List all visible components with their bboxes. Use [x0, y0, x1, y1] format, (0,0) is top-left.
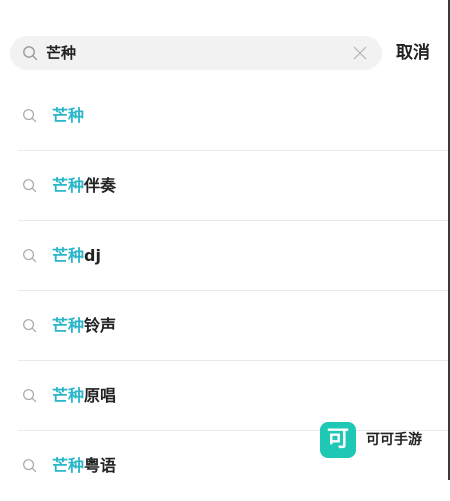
suggestion-rest: 原唱: [84, 386, 117, 405]
suggestion-text: 芒种伴奏: [52, 151, 116, 221]
search-query-text[interactable]: 芒种: [46, 36, 76, 70]
suggestion-rest: 铃声: [84, 316, 117, 335]
suggestion-text: 芒种原唱: [52, 361, 116, 431]
suggestion-text: 芒种铃声: [52, 291, 116, 361]
search-bar: 芒种 取消: [10, 36, 440, 70]
search-icon: [23, 249, 37, 263]
search-icon: [23, 459, 37, 473]
suggestion-highlight: 芒种: [52, 176, 85, 195]
suggestion-text: 芒种粤语: [52, 431, 116, 501]
suggestion-item[interactable]: 芒种: [0, 81, 448, 151]
watermark-name: 可可手游: [366, 432, 422, 448]
suggestion-item[interactable]: 芒种伴奏: [0, 151, 448, 221]
suggestion-highlight: 芒种: [52, 316, 85, 335]
search-icon: [23, 319, 37, 333]
suggestion-item[interactable]: 芒种铃声: [0, 291, 448, 361]
suggestion-item[interactable]: 芒种dj: [0, 221, 448, 291]
suggestion-text: 芒种: [52, 81, 84, 151]
suggestion-text: 芒种dj: [52, 221, 101, 291]
close-icon[interactable]: [352, 45, 368, 61]
search-icon: [23, 109, 37, 123]
search-icon: [23, 46, 38, 61]
suggestion-highlight: 芒种: [52, 386, 85, 405]
suggestion-highlight: 芒种: [52, 246, 85, 265]
suggestion-rest: 伴奏: [84, 176, 117, 195]
suggestion-rest: dj: [84, 246, 101, 265]
watermark-logo: 可: [320, 422, 356, 458]
search-icon: [23, 389, 37, 403]
suggestion-rest: 粤语: [84, 456, 117, 475]
search-input[interactable]: 芒种: [10, 36, 382, 70]
suggestion-item[interactable]: 芒种原唱: [0, 361, 448, 431]
cancel-button[interactable]: 取消: [396, 36, 430, 70]
suggestion-highlight: 芒种: [52, 106, 85, 125]
suggestion-highlight: 芒种: [52, 456, 85, 475]
search-icon: [23, 179, 37, 193]
